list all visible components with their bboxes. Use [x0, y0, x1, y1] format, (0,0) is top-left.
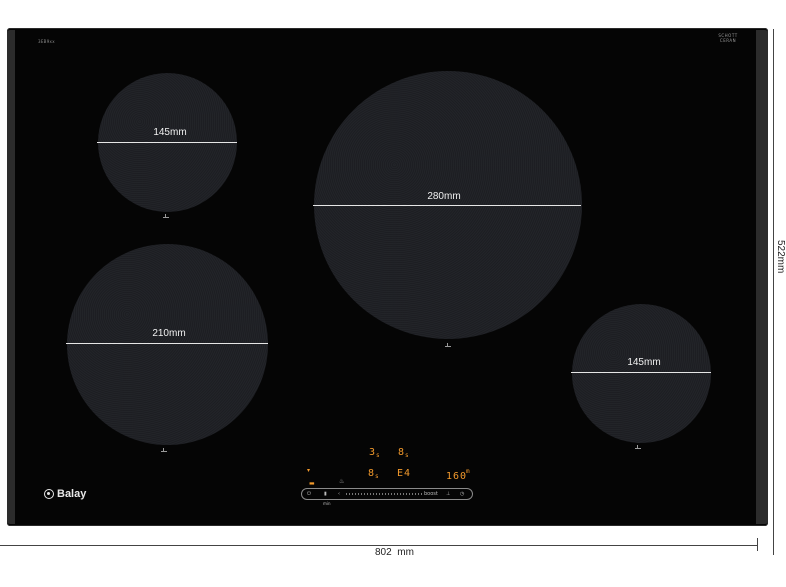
timer-display: 160: [446, 471, 468, 482]
power-icon: ⏻: [307, 491, 311, 497]
timer-button[interactable]: ⊥: [446, 490, 450, 498]
zone-diameter-label: 210mm: [152, 328, 186, 339]
zone-power-display: 8: [368, 468, 376, 479]
zone-diameter-label: 145mm: [627, 357, 661, 368]
power-slider[interactable]: [346, 493, 422, 495]
zone-select-button[interactable]: ‹: [338, 490, 340, 498]
lock-indicator-icon: ▾: [307, 467, 311, 474]
clock-button[interactable]: ◷: [460, 490, 464, 498]
zone-diameter-line: [97, 142, 237, 143]
power-button[interactable]: ⏻: [307, 490, 311, 498]
brand-name: Balay: [57, 488, 87, 500]
timer-unit: m: [466, 468, 471, 475]
pan-sensor-icon: ♨: [339, 478, 345, 485]
clock-icon: ◷: [460, 491, 465, 497]
zone-diameter-line: [571, 372, 711, 373]
chevron-left-icon: ‹: [338, 491, 340, 497]
timer-icon: ⊥: [446, 491, 451, 497]
cooking-zone-bottom-left[interactable]: [67, 244, 268, 445]
cooktop-frame-left: [7, 30, 15, 524]
cooktop-frame-right: [756, 30, 768, 524]
zone-diameter-label: 280mm: [427, 191, 461, 202]
zone-diameter-label: 145mm: [153, 127, 187, 138]
zone-error-display: E4: [397, 468, 412, 479]
height-dimension-line: [773, 29, 774, 555]
zone-diameter-line: [66, 343, 268, 344]
width-dimension-tick: [757, 538, 758, 551]
zone-power-suffix: s: [375, 473, 380, 480]
zone-diameter-line: [313, 205, 581, 206]
cooking-zone-right[interactable]: [572, 304, 711, 443]
zone-power-display: 8: [398, 447, 406, 458]
min-label: min: [323, 501, 331, 506]
brand-logo: Balay: [44, 488, 86, 500]
zone-indicator-icon: [445, 343, 451, 347]
heat-indicator-icon: ▬: [309, 480, 315, 487]
model-label: 3EB9xx: [38, 39, 55, 44]
height-dimension-label: 522mm: [775, 240, 786, 274]
zone-power-suffix: s: [376, 452, 381, 459]
zone-indicator-icon: [161, 448, 167, 452]
zone-indicator-icon: [635, 445, 641, 449]
lock-button[interactable]: ▮: [324, 490, 327, 498]
boost-button[interactable]: boost: [424, 490, 438, 498]
zone-indicator-icon: [163, 214, 169, 218]
balay-logo-icon: [44, 489, 54, 499]
width-dimension-line: [0, 545, 757, 546]
lock-icon: ▮: [324, 491, 327, 497]
boost-label: boost: [424, 491, 438, 497]
zone-power-display: 3: [369, 447, 377, 458]
schott-ceran-logo: SCHOTT CERAN: [718, 33, 738, 43]
width-dimension-label: 802 mm: [375, 547, 414, 558]
zone-power-suffix: s: [405, 452, 410, 459]
